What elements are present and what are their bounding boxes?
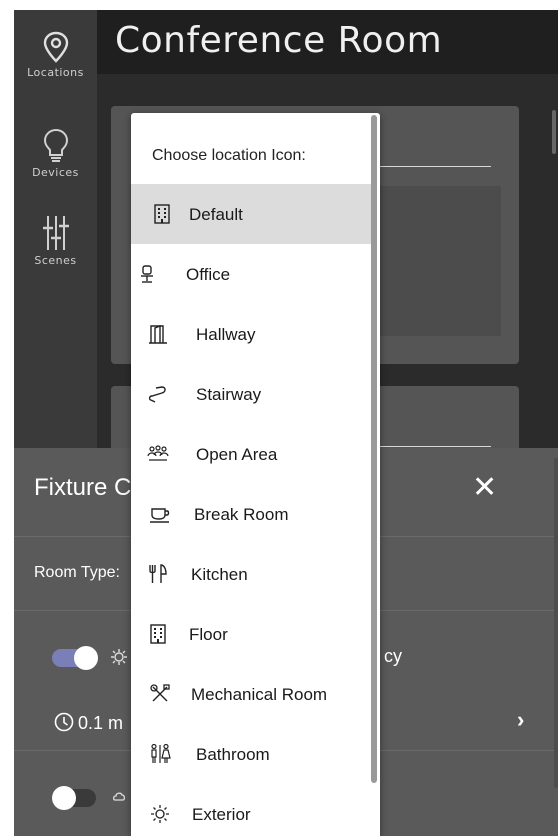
menu-item-break-room[interactable]: Break Room <box>131 484 371 544</box>
menu-item-label: Default <box>189 205 243 224</box>
chevron-right-icon[interactable]: › <box>517 707 524 733</box>
page-header: Conference Room <box>97 10 558 74</box>
nav-item-label: Devices <box>32 166 79 179</box>
building-icon <box>154 204 170 224</box>
nav-item-label: Scenes <box>34 254 77 267</box>
toggle-knob <box>52 786 76 810</box>
room-type-label: Room Type: <box>34 564 120 581</box>
menu-item-hallway[interactable]: Hallway <box>131 304 371 364</box>
card-underline <box>379 166 491 167</box>
cloud-sun-icon <box>112 792 126 801</box>
hallway-door-icon <box>149 324 167 344</box>
timeout-value: 0.1 m <box>78 713 124 733</box>
nav-item-label: Locations <box>27 66 84 79</box>
sensor-icon <box>111 649 127 665</box>
nav-item-locations[interactable]: Locations <box>14 30 97 79</box>
menu-item-label: Bathroom <box>196 745 270 764</box>
nav-item-devices[interactable]: Devices <box>14 128 97 179</box>
restroom-icon <box>151 743 171 763</box>
menu-item-exterior[interactable]: Exterior <box>131 784 371 836</box>
office-chair-icon <box>141 265 153 283</box>
card-preview <box>379 186 501 336</box>
coffee-cup-icon <box>150 508 170 523</box>
menu-item-label: Kitchen <box>191 565 248 584</box>
menu-item-default[interactable]: Default <box>131 184 371 244</box>
sheet-scrollbar[interactable] <box>554 458 558 788</box>
clock-icon <box>54 712 74 732</box>
menu-item-floor[interactable]: Floor <box>131 604 371 664</box>
menu-scrollbar[interactable] <box>371 115 377 783</box>
menu-item-label: Stairway <box>196 385 262 404</box>
page-title: Conference Room <box>115 20 443 61</box>
sun-gear-icon <box>151 805 169 823</box>
occupancy-toggle[interactable] <box>52 646 98 670</box>
menu-item-office[interactable]: Office <box>131 244 371 304</box>
row-label-suffix: cy <box>384 646 402 666</box>
menu-item-label: Office <box>186 265 231 284</box>
menu-item-label: Break Room <box>194 505 289 524</box>
menu-item-mechanical-room[interactable]: Mechanical Room <box>131 664 371 724</box>
toggle-knob <box>74 646 98 670</box>
menu-title: Choose location Icon: <box>152 147 306 164</box>
tools-icon <box>150 684 170 702</box>
location-icon-menu: Choose location Icon: Default Office Hal… <box>131 113 380 836</box>
menu-item-bathroom[interactable]: Bathroom <box>131 724 371 784</box>
daylight-toggle[interactable] <box>52 786 96 810</box>
menu-item-label: Hallway <box>196 325 256 344</box>
menu-item-open-area[interactable]: Open Area <box>131 424 371 484</box>
sliders-icon <box>42 216 69 250</box>
nav-item-scenes[interactable]: Scenes <box>14 214 97 267</box>
menu-item-label: Mechanical Room <box>191 685 328 704</box>
menu-item-kitchen[interactable]: Kitchen <box>131 544 371 604</box>
card-underline <box>379 446 491 447</box>
floor-building-icon <box>150 624 166 644</box>
menu-item-label: Floor <box>189 625 228 644</box>
menu-item-stairway[interactable]: Stairway <box>131 364 371 424</box>
page-scrollbar[interactable] <box>552 110 556 154</box>
close-button[interactable]: ✕ <box>472 473 497 503</box>
people-group-icon <box>147 445 169 461</box>
lightbulb-icon <box>43 128 68 162</box>
menu-item-label: Open Area <box>196 445 278 464</box>
location-pin-icon <box>43 31 68 63</box>
menu-item-label: Exterior <box>192 805 251 824</box>
sheet-title: Fixture C <box>34 474 132 501</box>
stairway-icon <box>148 386 166 403</box>
utensils-icon <box>149 564 167 583</box>
